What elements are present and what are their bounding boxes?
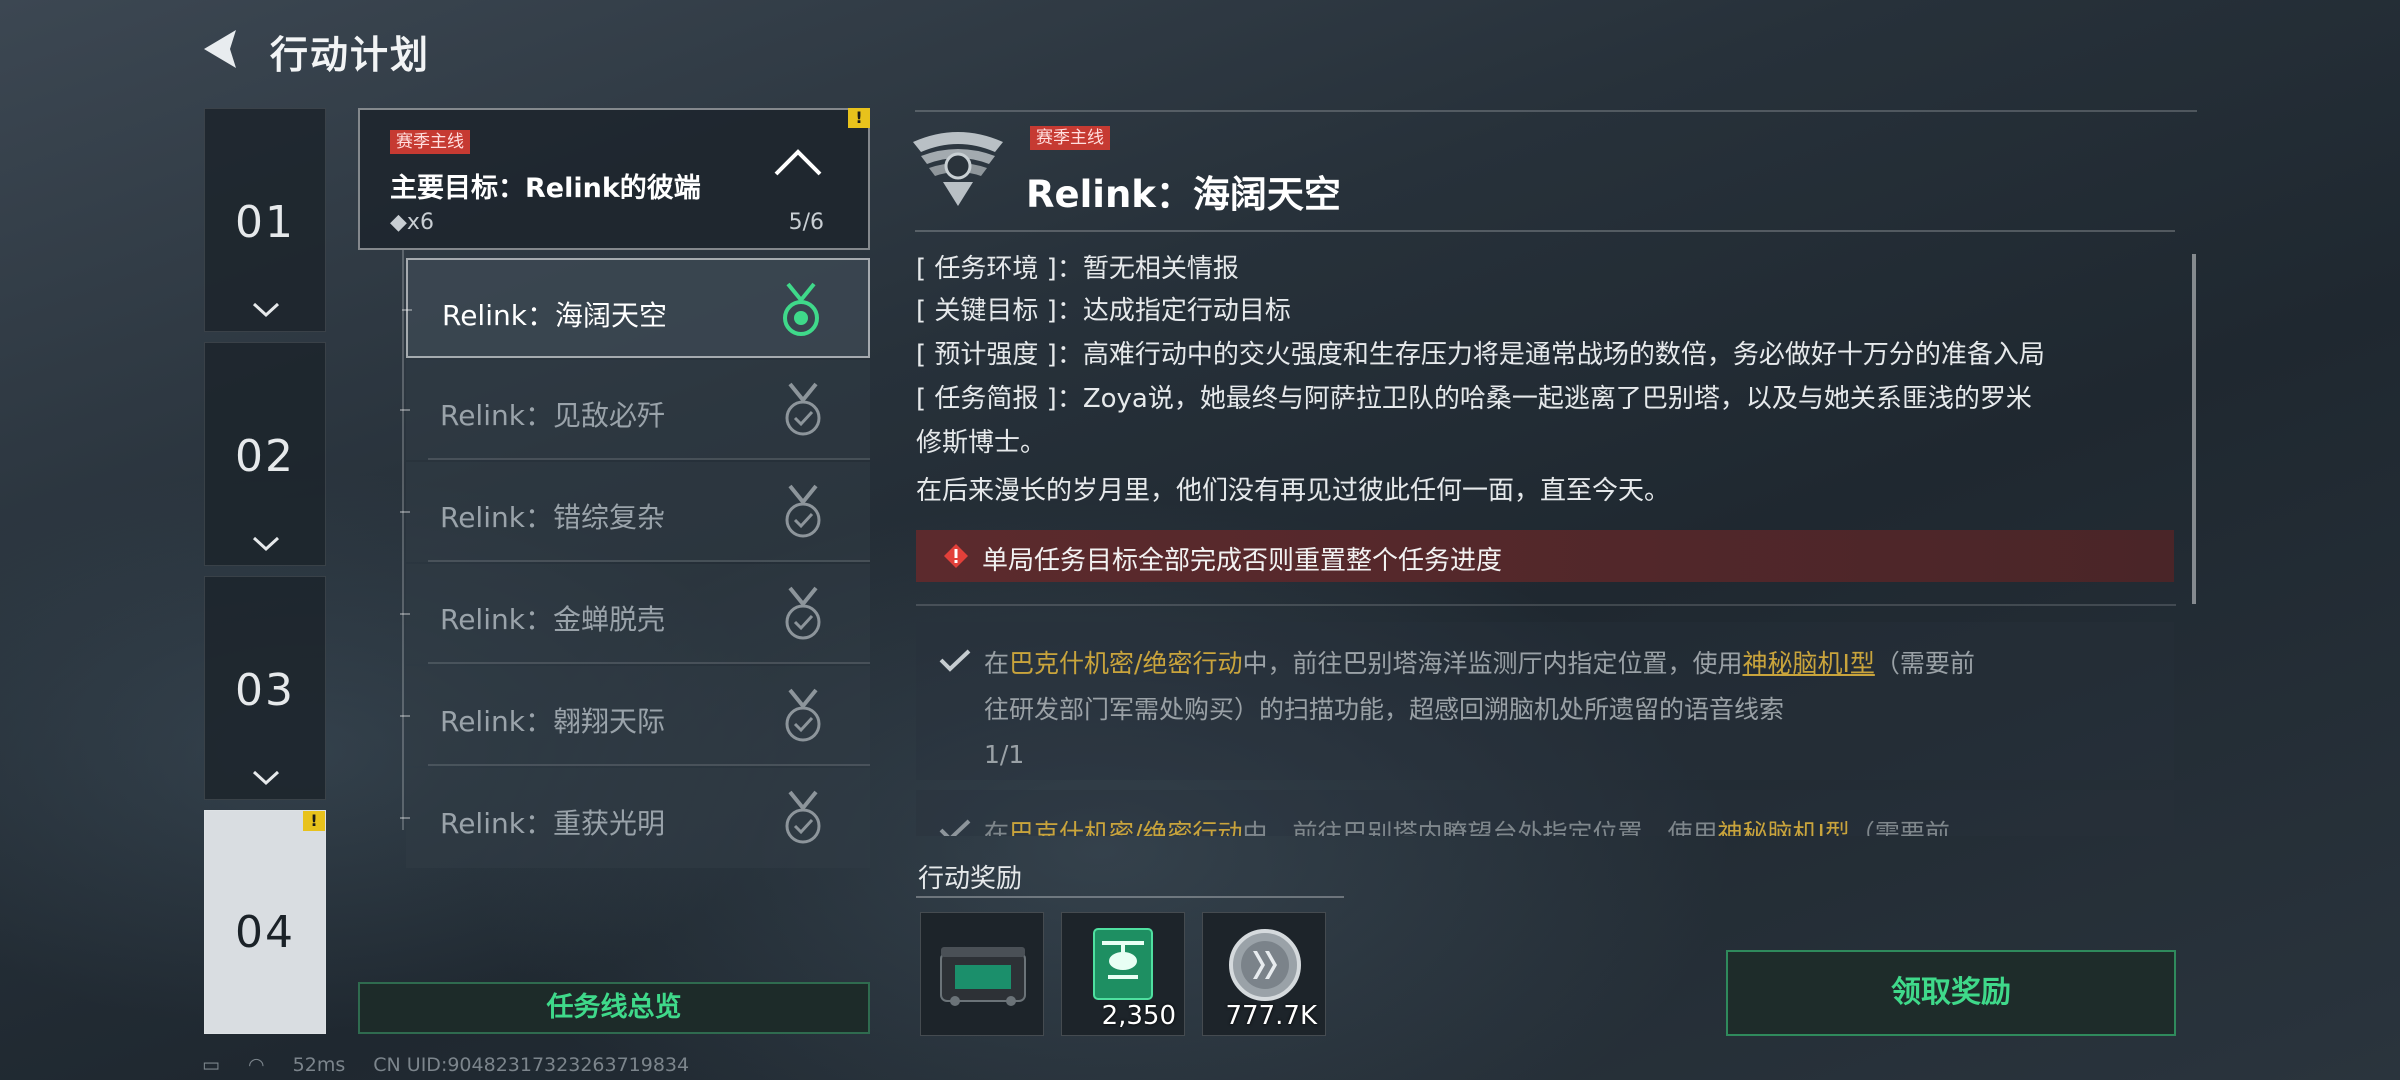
eagle-emblem-icon — [913, 132, 1003, 206]
completed-medal-icon — [785, 688, 821, 742]
mission-label: Relink：海阔天空 — [442, 299, 667, 332]
chapter-number: 03 — [235, 665, 295, 716]
detail-scrollbar[interactable] — [2192, 254, 2196, 604]
task-description-cont: 往研发部门军需处购买）的扫描功能，超感回溯脑机处所遗留的语音线索 — [984, 695, 1785, 724]
status-bar: ▭ ◠ 52ms CN UID:9048231732326371983​4 — [202, 1054, 711, 1076]
completed-medal-icon — [785, 382, 821, 436]
divider — [916, 604, 2176, 606]
reward-slot-1[interactable] — [920, 912, 1044, 1036]
info-key: [ 任务简报 ]： — [916, 384, 1083, 414]
mission-label: Relink：见敌必歼 — [440, 399, 665, 432]
info-intensity: [ 预计强度 ]：高难行动中的交火强度和生存压力将是通常战场的数倍，务必做好十万… — [916, 334, 2045, 376]
active-medal-icon — [783, 282, 819, 336]
alert-badge: ! — [303, 811, 325, 831]
info-value: 达成指定行动目标 — [1082, 296, 1291, 326]
mission-item-5[interactable]: Relink：翱翔天际 — [400, 666, 870, 766]
chapter-number: 04 — [235, 907, 295, 958]
checkmark-icon — [939, 649, 971, 672]
info-key: [ 任务环境 ]： — [916, 254, 1083, 284]
mission-item-4[interactable]: Relink：金蝉脱壳 — [400, 564, 870, 664]
page-title: 行动计划 — [270, 33, 431, 77]
info-brief: [ 任务简报 ]：Zoya说，她最终与阿萨拉卫队的哈桑一起逃离了巴别塔，以及与她… — [916, 378, 2032, 420]
back-arrow-icon — [204, 30, 236, 68]
chevron-down-icon — [252, 302, 280, 318]
wifi-icon: ◠ — [248, 1054, 265, 1076]
objective-reward-count: ◆x6 — [390, 210, 434, 235]
main-objective-card[interactable]: 赛季主线 主要目标：Relink的彼端 ◆x6 5/6 ! — [358, 108, 870, 250]
brief-paragraph: 在后来漫长的岁月里，他们没有再见过彼此任何一面，直至今天。 — [916, 476, 1671, 506]
mission-label: Relink：错综复杂 — [440, 501, 665, 534]
mission-label: Relink：重获光明 — [440, 807, 665, 840]
warning-banner: 单局任务目标全部完成否则重置整个任务进度 — [916, 530, 2174, 582]
warning-icon — [944, 544, 968, 568]
divider — [916, 896, 1344, 898]
brief-continuation: 修斯博士。 — [916, 428, 1047, 458]
mission-item-3[interactable]: Relink：错综复杂 — [400, 462, 870, 562]
season-tag: 赛季主线 — [390, 130, 470, 154]
battery-icon: ▭ — [202, 1054, 220, 1076]
task-item-2: 在巴克什机密/绝密行动中，前往巴别塔内瞭望台外指定位置，使用神秘脑机Ⅰ型（需要前 — [916, 790, 2174, 836]
chevron-down-icon — [252, 770, 280, 786]
task-description: 在巴克什机密/绝密行动中，前往巴别塔海洋监测厅内指定位置，使用神秘脑机Ⅰ型（需要… — [984, 649, 1975, 678]
back-button[interactable] — [196, 22, 250, 76]
info-key: [ 预计强度 ]： — [916, 340, 1083, 370]
info-key: [ 关键目标 ]： — [916, 296, 1083, 326]
info-value: 高难行动中的交火强度和生存压力将是通常战场的数倍，务必做好十万分的准备入局 — [1082, 340, 2045, 370]
ping-readout: 52ms — [292, 1054, 346, 1076]
task-item-1: 在巴克什机密/绝密行动中，前往巴别塔海洋监测厅内指定位置，使用神秘脑机Ⅰ型（需要… — [916, 622, 2174, 780]
map-highlight: 巴克什机密/绝密行动 — [1009, 649, 1243, 678]
divider — [915, 230, 2175, 232]
completed-medal-icon — [785, 790, 821, 844]
chapter-tab-01[interactable]: 01 — [204, 108, 326, 332]
objective-progress: 5/6 — [788, 210, 824, 235]
reward-slot-2[interactable]: 2,350 — [1061, 912, 1185, 1036]
reward-quantity: 2,350 — [1101, 1001, 1176, 1031]
chapter-tab-04[interactable]: 04 ! — [204, 810, 326, 1034]
main-objective-title: 主要目标：Relink的彼端 — [390, 173, 701, 204]
task-description: 在巴克什机密/绝密行动中，前往巴别塔内瞭望台外指定位置，使用神秘脑机Ⅰ型（需要前 — [984, 819, 1950, 836]
supply-case-icon — [940, 947, 1026, 1006]
tree-connector — [402, 250, 404, 830]
mission-item-1[interactable]: Relink：海阔天空 — [402, 258, 870, 358]
silver-coin-icon — [1229, 929, 1301, 1001]
chapter-tab-02[interactable]: 02 — [204, 342, 326, 566]
divider — [915, 110, 2197, 112]
info-value: Zoya说，她最终与阿萨拉卫队的哈桑一起逃离了巴别塔，以及与她关系匪浅的罗米 — [1082, 384, 2032, 414]
chapter-number: 01 — [235, 197, 295, 248]
mission-label: Relink：翱翔天际 — [440, 705, 665, 738]
helicopter-emblem-icon — [1093, 928, 1153, 1000]
checkmark-icon — [939, 819, 971, 836]
info-key-target: [ 关键目标 ]：达成指定行动目标 — [916, 290, 1291, 332]
mission-item-2[interactable]: Relink：见敌必歼 — [400, 360, 870, 460]
mission-line-overview-button[interactable]: 任务线总览 — [358, 982, 870, 1034]
item-link[interactable]: 神秘脑机Ⅰ型 — [1742, 649, 1874, 678]
alert-badge: ! — [848, 108, 870, 128]
mission-label: Relink：金蝉脱壳 — [440, 603, 665, 636]
season-tag: 赛季主线 — [1030, 126, 1110, 150]
mission-item-6[interactable]: Relink：重获光明 — [400, 768, 870, 868]
claim-rewards-button[interactable]: 领取奖励 — [1726, 950, 2176, 1036]
chapter-tab-03[interactable]: 03 — [204, 576, 326, 800]
chapter-number: 02 — [235, 431, 295, 482]
info-environment: [ 任务环境 ]：暂无相关情报 — [916, 248, 1239, 290]
warning-text: 单局任务目标全部完成否则重置整个任务进度 — [982, 546, 1503, 576]
completed-medal-icon — [785, 484, 821, 538]
mission-detail-title: Relink：海阔天空 — [1026, 173, 1341, 216]
reward-slot-3[interactable]: 777.7K — [1202, 912, 1326, 1036]
chevron-up-icon[interactable] — [772, 146, 824, 178]
rewards-label: 行动奖励 — [918, 864, 1023, 894]
chevron-down-icon — [252, 536, 280, 552]
info-value: 暂无相关情报 — [1082, 254, 1239, 284]
uid-readout: CN UID:9048231732326371983​4 — [373, 1054, 690, 1076]
completed-medal-icon — [785, 586, 821, 640]
task-progress: 1/1 — [984, 740, 1025, 769]
reward-quantity: 777.7K — [1225, 1001, 1317, 1031]
